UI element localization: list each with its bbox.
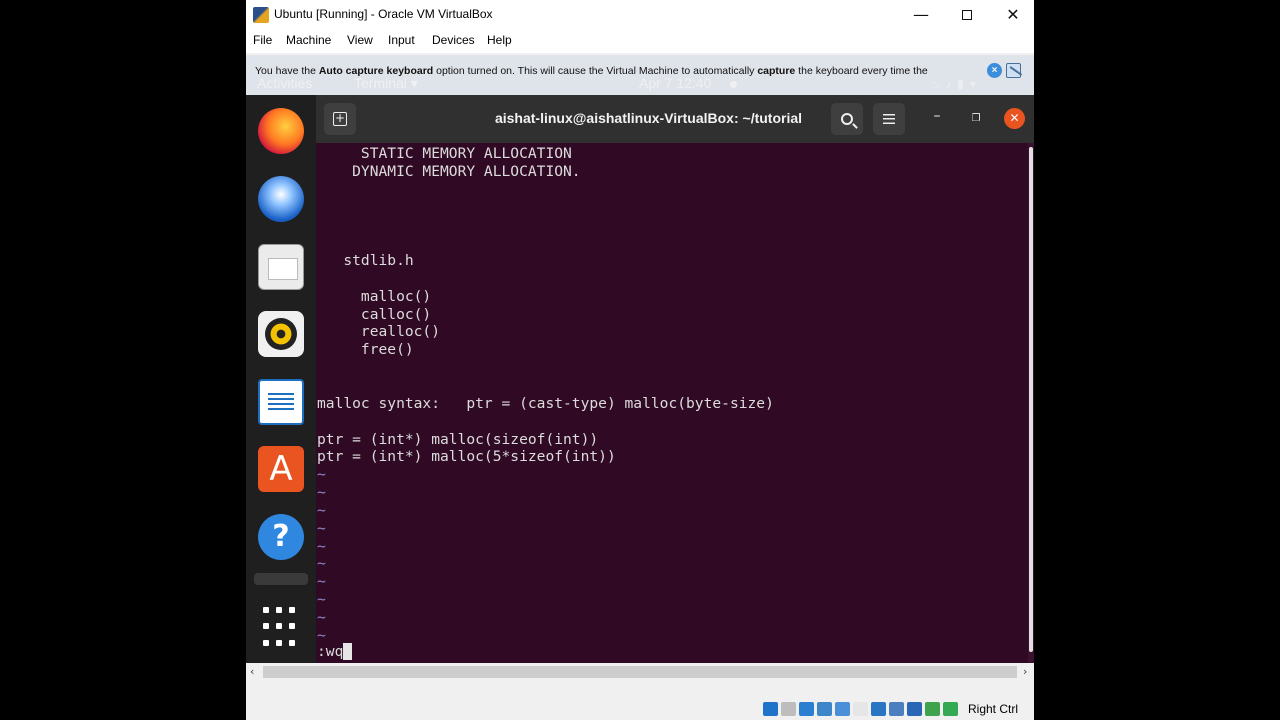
buffer-line: calloc() — [317, 305, 432, 323]
network-icon[interactable] — [817, 702, 832, 716]
ubuntu-dock: A ? — [246, 95, 316, 663]
help-icon[interactable]: ? — [258, 514, 304, 560]
cpu-icon[interactable] — [925, 702, 940, 716]
virtualbox-app-icon — [253, 7, 269, 23]
buffer-line — [317, 377, 774, 395]
thunderbird-icon[interactable] — [258, 176, 304, 222]
buffer-line: stdlib.h — [317, 252, 414, 270]
menu-devices[interactable]: Devices — [432, 33, 475, 47]
mouse-integration-icon[interactable] — [943, 702, 958, 716]
terminal-search-button[interactable] — [831, 103, 863, 135]
buffer-line: STATIC MEMORY ALLOCATION — [317, 145, 572, 162]
window-title: Ubuntu [Running] - Oracle VM VirtualBox — [274, 7, 493, 21]
buffer-line — [317, 181, 774, 199]
menu-file[interactable]: File — [253, 33, 272, 47]
menu-bar: File Machine View Input Devices Help — [246, 29, 1034, 53]
buffer-line — [317, 234, 774, 252]
empty-line-tilde: ~ — [317, 519, 326, 537]
display-icon[interactable] — [871, 702, 886, 716]
buffer-line — [317, 359, 774, 377]
vm-status-bar: Right Ctrl — [246, 698, 1034, 720]
optical-drive-icon[interactable] — [781, 702, 796, 716]
buffer-line: ptr = (int*) malloc(sizeof(int)) — [317, 430, 599, 448]
dock-running-indicator — [254, 573, 308, 585]
terminal-restore-button[interactable]: ❐ — [965, 108, 987, 130]
ubuntu-software-icon[interactable]: A — [258, 446, 304, 492]
notification-dot — [730, 81, 737, 88]
files-icon[interactable] — [258, 244, 304, 290]
system-tray-icons[interactable]: ⌂♪▮▾ — [932, 77, 982, 91]
empty-line-tilde: ~ — [317, 466, 326, 484]
close-button[interactable]: ✕ — [990, 0, 1036, 29]
notification-mute-icon[interactable] — [1006, 63, 1021, 78]
text-cursor — [343, 643, 353, 660]
activities-button[interactable]: Activities — [257, 75, 312, 91]
buffer-line: malloc syntax: ptr = (cast-type) malloc(… — [317, 394, 774, 412]
maximize-button[interactable] — [944, 0, 990, 29]
empty-line-tilde: ~ — [317, 501, 326, 519]
buffer-line: malloc() — [317, 287, 432, 305]
buffer-line: DYNAMIC MEMORY ALLOCATION. — [317, 162, 581, 180]
menu-view[interactable]: View — [347, 33, 373, 47]
buffer-line — [317, 216, 774, 234]
minimize-button[interactable]: — — [898, 0, 944, 29]
buffer-line: realloc() — [317, 323, 441, 341]
terminal-menu-button[interactable] — [873, 103, 905, 135]
scroll-right-icon[interactable]: › — [1023, 665, 1027, 678]
scroll-left-icon[interactable]: ‹ — [250, 665, 254, 678]
terminal-close-button[interactable]: ✕ — [1004, 108, 1025, 129]
show-applications-icon[interactable] — [258, 603, 304, 649]
empty-line-tilde: ~ — [317, 591, 326, 609]
scrollbar-track[interactable] — [263, 666, 1017, 678]
panel-clock[interactable]: Apr 7 12:40 — [639, 75, 711, 91]
buffer-line — [317, 413, 774, 431]
device-indicators — [763, 702, 958, 716]
empty-line-tilde: ~ — [317, 626, 326, 644]
auto-capture-notification: Activities Terminal ▾ Apr 7 12:40 ⌂♪▮▾ Y… — [246, 55, 1034, 95]
buffer-line: ptr = (int*) malloc(5*sizeof(int)) — [317, 448, 616, 466]
empty-line-tilde: ~ — [317, 608, 326, 626]
terminal-title: aishat-linux@aishatlinux-VirtualBox: ~/t… — [494, 110, 803, 126]
horizontal-scrollbar[interactable]: ‹ › — [246, 663, 1034, 681]
vim-buffer: STATIC MEMORY ALLOCATION DYNAMIC MEMORY … — [317, 145, 774, 645]
terminal-app-menu[interactable]: Terminal ▾ — [354, 75, 418, 92]
empty-line-tilde: ~ — [317, 573, 326, 591]
empty-line-tilde: ~ — [317, 484, 326, 502]
libreoffice-writer-icon[interactable] — [258, 379, 304, 425]
terminal-scrollbar[interactable] — [1028, 143, 1034, 663]
menu-machine[interactable]: Machine — [286, 33, 331, 47]
video-capture-icon[interactable] — [889, 702, 904, 716]
empty-line-tilde: ~ — [317, 537, 326, 555]
menu-help[interactable]: Help — [487, 33, 512, 47]
window-titlebar: Ubuntu [Running] - Oracle VM VirtualBox … — [246, 0, 1034, 29]
usb-icon[interactable] — [835, 702, 850, 716]
notification-close-icon[interactable]: × — [987, 63, 1002, 78]
virtualbox-window: Ubuntu [Running] - Oracle VM VirtualBox … — [246, 0, 1034, 720]
buffer-line — [317, 270, 774, 288]
virtualization-icon[interactable] — [907, 702, 922, 716]
terminal-headerbar: + aishat-linux@aishatlinux-VirtualBox: ~… — [316, 95, 1034, 143]
menu-input[interactable]: Input — [388, 33, 415, 47]
hard-disk-icon[interactable] — [763, 702, 778, 716]
search-icon — [841, 113, 853, 125]
terminal-body[interactable]: STATIC MEMORY ALLOCATION DYNAMIC MEMORY … — [316, 143, 1028, 663]
vim-command-line[interactable]: :wq — [317, 643, 353, 661]
command-text: :wq — [317, 643, 344, 660]
shared-folder-icon[interactable] — [853, 702, 868, 716]
empty-line-tilde: ~ — [317, 555, 326, 573]
buffer-line — [317, 199, 774, 217]
buffer-line: free() — [317, 341, 414, 359]
scrollbar-thumb[interactable] — [1029, 147, 1033, 652]
hamburger-icon — [883, 114, 895, 124]
rhythmbox-icon[interactable] — [258, 311, 304, 357]
firefox-icon[interactable] — [258, 108, 304, 154]
notification-message: You have the Auto capture keyboard optio… — [255, 65, 928, 77]
host-key-label: Right Ctrl — [968, 702, 1019, 716]
audio-icon[interactable] — [799, 702, 814, 716]
terminal-minimize-button[interactable]: – — [926, 108, 948, 130]
maximize-icon — [962, 9, 972, 20]
